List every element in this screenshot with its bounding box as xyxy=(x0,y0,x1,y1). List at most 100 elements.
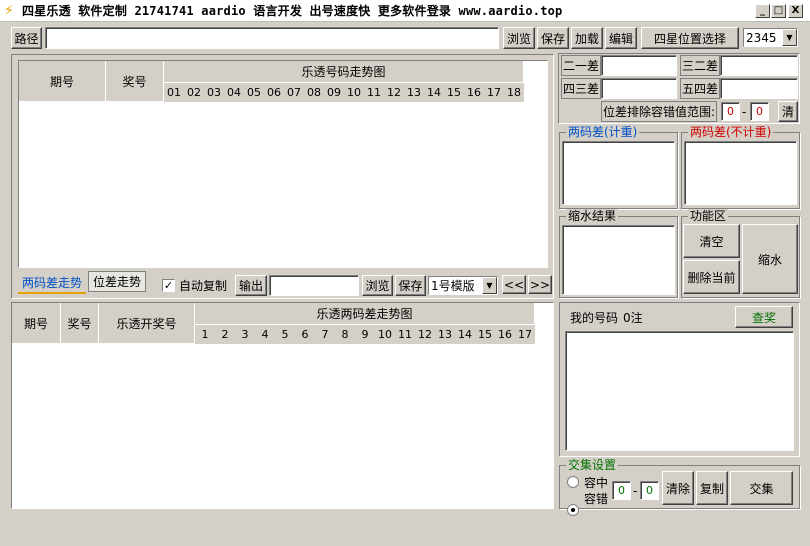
top-number-05: 05 xyxy=(247,86,261,99)
top-number-08: 08 xyxy=(307,86,321,99)
bottom-number-16: 16 xyxy=(498,328,512,341)
intersect-to-input[interactable]: 0 xyxy=(640,481,659,500)
prev-button[interactable]: << xyxy=(502,275,526,294)
template-select-value: 1号模版 xyxy=(431,279,475,293)
my-numbers-textarea[interactable] xyxy=(565,331,794,451)
top-number-07: 07 xyxy=(287,86,301,99)
diff-32-label: 三二差 xyxy=(680,55,720,76)
output-input[interactable] xyxy=(269,275,359,296)
top-number-15: 15 xyxy=(447,86,461,99)
top-number-18: 18 xyxy=(507,86,521,99)
top-number-01: 01 xyxy=(167,86,181,99)
close-button[interactable]: X xyxy=(788,4,803,18)
intersect-clear-button[interactable]: 清除 xyxy=(662,471,694,505)
diff-54-input[interactable] xyxy=(720,78,798,99)
bottom-number-1: 1 xyxy=(201,328,209,341)
chart-title: 乐透号码走势图 xyxy=(164,61,524,83)
radio-tolerance[interactable] xyxy=(567,504,579,516)
bottom-number-8: 8 xyxy=(341,328,349,341)
my-numbers-label: 我的号码 xyxy=(570,310,619,325)
range-dash: - xyxy=(742,104,747,119)
load-button[interactable]: 加载 xyxy=(571,27,603,49)
diff-32-input[interactable] xyxy=(720,55,798,76)
bottom-number-10: 10 xyxy=(378,328,392,341)
intersect-dash: - xyxy=(633,483,638,498)
next-button[interactable]: >> xyxy=(528,275,552,294)
shrink-result-label: 缩水结果 xyxy=(566,209,619,223)
col-open-number: 乐透开奖号 xyxy=(99,303,195,344)
bottom-number-5: 5 xyxy=(281,328,289,341)
bottom-number-7: 7 xyxy=(321,328,329,341)
diff-43-label: 四三差 xyxy=(561,78,601,99)
minimize-button[interactable]: _ xyxy=(755,4,770,18)
title-bar: ⚡ 四星乐透 软件定制 21741741 aardio 语言开发 出号速度快 更… xyxy=(0,0,810,22)
top-number-04: 04 xyxy=(227,86,241,99)
intersect-from-input[interactable]: 0 xyxy=(612,481,631,500)
radio-contain[interactable] xyxy=(567,476,579,488)
check-prize-button[interactable]: 查奖 xyxy=(735,306,793,328)
bottom-number-11: 11 xyxy=(398,328,412,341)
range-clear-button[interactable]: 清 xyxy=(778,101,798,122)
two-diff-nocount-list[interactable] xyxy=(684,141,797,205)
top-number-11: 11 xyxy=(367,86,381,99)
output-browse-button[interactable]: 浏览 xyxy=(362,275,393,296)
tab-two-code-diff[interactable]: 两码差走势 xyxy=(18,272,86,294)
range-from-input[interactable]: 0 xyxy=(721,102,740,121)
maximize-button[interactable]: □ xyxy=(771,4,786,18)
position-select[interactable]: 2345 ▼ xyxy=(743,28,798,47)
intersect-button[interactable]: 交集 xyxy=(730,471,793,505)
range-label: 位差排除容错值范围: xyxy=(601,101,717,122)
intersect-copy-button[interactable]: 复制 xyxy=(696,471,728,505)
save-button[interactable]: 保存 xyxy=(537,27,569,49)
top-number-13: 13 xyxy=(407,86,421,99)
browse-button[interactable]: 浏览 xyxy=(503,27,535,49)
diff-chart-title: 乐透两码差走势图 xyxy=(195,303,535,325)
diff-header-row: 1 2 3 4 5 6 7 8 9 10 11 12 13 14 15 16 17 xyxy=(195,325,535,344)
col-prize: 奖号 xyxy=(106,61,164,102)
auto-copy-checkbox[interactable]: ✓ xyxy=(162,279,175,292)
clear-all-button[interactable]: 清空 xyxy=(683,224,740,258)
range-to-input[interactable]: 0 xyxy=(750,102,769,121)
template-select[interactable]: 1号模版 ▼ xyxy=(428,276,498,295)
delete-current-button[interactable]: 删除当前 xyxy=(683,260,740,294)
tab-position-diff[interactable]: 位差走势 xyxy=(88,271,146,292)
top-number-12: 12 xyxy=(387,86,401,99)
output-button[interactable]: 输出 xyxy=(235,275,267,296)
position-select-button[interactable]: 四星位置选择 xyxy=(641,27,739,49)
chevron-down-icon[interactable]: ▼ xyxy=(782,29,797,46)
two-diff-nocount-label: 两码差(不计重) xyxy=(688,125,774,139)
bottom-number-13: 13 xyxy=(438,328,452,341)
top-number-17: 17 xyxy=(487,86,501,99)
diff-43-input[interactable] xyxy=(601,78,677,99)
window-title: 四星乐透 软件定制 21741741 aardio 语言开发 出号速度快 更多软… xyxy=(22,4,563,18)
intersect-label: 交集设置 xyxy=(566,458,619,472)
edit-button[interactable]: 编辑 xyxy=(605,27,637,49)
number-trend-grid: 期号 奖号 乐透号码走势图 01 02 03 04 05 06 07 08 09 10 11 12 13… xyxy=(18,60,548,268)
bottom-number-12: 12 xyxy=(418,328,432,341)
bottom-number-14: 14 xyxy=(458,328,472,341)
top-number-14: 14 xyxy=(427,86,441,99)
chevron-down-icon[interactable]: ▼ xyxy=(482,277,497,294)
top-number-02: 02 xyxy=(187,86,201,99)
top-number-16: 16 xyxy=(467,86,481,99)
auto-copy-label: 自动复制 xyxy=(179,279,228,293)
top-number-09: 09 xyxy=(327,86,341,99)
shrink-result-list[interactable] xyxy=(562,225,675,295)
diff-trend-grid: 期号 奖号 乐透开奖号 乐透两码差走势图 1 2 3 4 5 6 7 8 9 10 11 12 13 14… xyxy=(11,302,554,509)
top-number-03: 03 xyxy=(207,86,221,99)
path-button[interactable]: 路径 xyxy=(11,27,42,49)
bottom-number-6: 6 xyxy=(301,328,309,341)
position-select-value: 2345 xyxy=(746,30,777,45)
diff-54-label: 五四差 xyxy=(680,78,720,99)
two-diff-count-label: 两码差(计重) xyxy=(566,125,640,139)
diff-21-label: 二一差 xyxy=(561,55,601,76)
output-save-button[interactable]: 保存 xyxy=(395,275,426,296)
two-diff-count-list[interactable] xyxy=(562,141,675,205)
shrink-button[interactable]: 缩水 xyxy=(742,224,798,294)
my-numbers-count: 0注 xyxy=(623,310,643,325)
diff-21-input[interactable] xyxy=(601,55,677,76)
top-number-06: 06 xyxy=(267,86,281,99)
number-header-row: 01 02 03 04 05 06 07 08 09 10 11 12 13 14 15 16 17 18 xyxy=(164,83,524,102)
col-period: 期号 xyxy=(19,61,106,102)
path-input[interactable] xyxy=(45,27,499,49)
